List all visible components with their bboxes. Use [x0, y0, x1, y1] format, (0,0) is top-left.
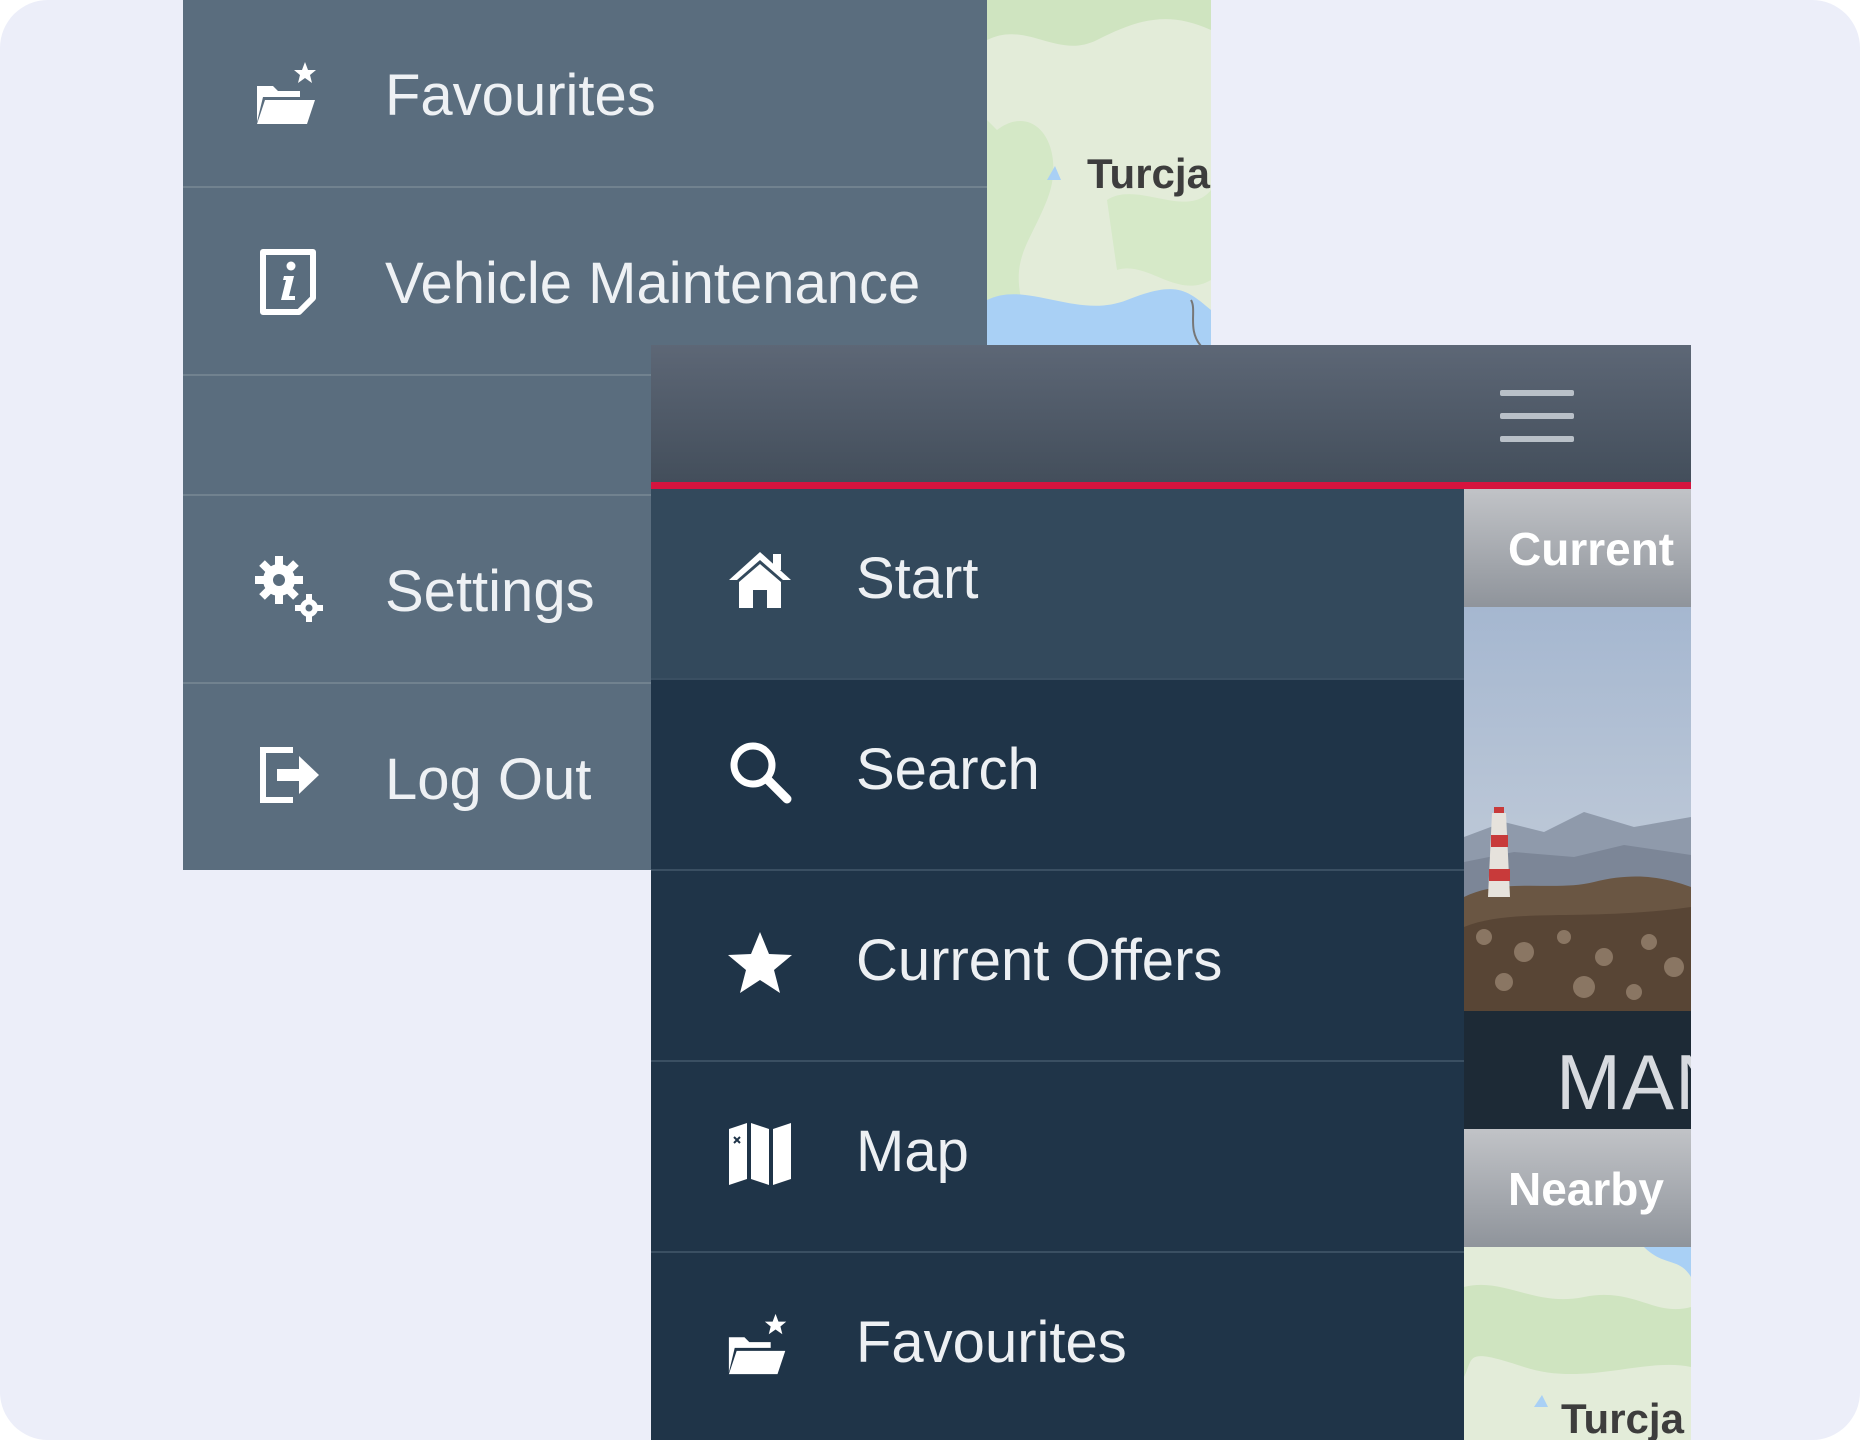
map-country-label: Turcja	[1561, 1395, 1684, 1440]
canvas: Favourites Vehicle Maintenance Settings …	[0, 0, 1860, 1440]
menu-item-label: Search	[856, 737, 1040, 802]
app-header	[651, 345, 1691, 482]
current-section-header[interactable]: Current	[1464, 489, 1691, 607]
home-icon	[729, 552, 791, 608]
menu-item-map[interactable]: Map	[651, 1062, 1464, 1253]
back-menu-label: Settings	[385, 559, 595, 624]
map-icon	[729, 1123, 791, 1185]
menu-item-label: Current Offers	[856, 928, 1223, 993]
star-icon	[728, 932, 792, 993]
menu-item-favourites[interactable]: Favourites	[651, 1253, 1464, 1440]
header-accent-bar	[651, 482, 1691, 489]
hamburger-icon	[1500, 390, 1574, 396]
nearby-section-header[interactable]: Nearby	[1464, 1129, 1691, 1247]
back-map-preview[interactable]: Turcja	[987, 0, 1211, 346]
menu-item-label: Map	[856, 1119, 969, 1184]
folder-star-icon	[728, 1313, 787, 1375]
map-country-label: Turcja	[1087, 150, 1210, 197]
front-screen: Start Search Current Offers Map Favourit…	[651, 345, 1691, 1440]
menu-item-label: Start	[856, 546, 979, 611]
front-side-menu: Start Search Current Offers Map Favourit…	[651, 489, 1464, 1440]
logout-icon	[260, 747, 319, 803]
content-preview: Current MA Nearby Turcja	[1464, 489, 1691, 1440]
folder-star-icon	[257, 62, 316, 124]
info-document-icon	[260, 249, 316, 315]
brand-banner: MAN	[1464, 1011, 1691, 1129]
menu-item-search[interactable]: Search	[651, 680, 1464, 871]
menu-item-start[interactable]: Start	[651, 489, 1464, 680]
back-menu-item-favourites[interactable]: Favourites	[183, 0, 987, 188]
current-section-label: Current	[1508, 523, 1675, 575]
search-icon	[730, 742, 792, 804]
landscape-photo	[1464, 607, 1691, 1011]
back-menu-label: Log Out	[385, 747, 592, 812]
menu-item-label: Favourites	[856, 1310, 1127, 1375]
hamburger-icon	[1500, 436, 1574, 442]
menu-item-current-offers[interactable]: Current Offers	[651, 871, 1464, 1062]
nearby-map-preview[interactable]: Turcja	[1464, 1247, 1691, 1440]
hamburger-menu-button[interactable]	[1500, 390, 1574, 442]
nearby-section-label: Nearby	[1508, 1163, 1664, 1215]
gears-icon	[255, 556, 323, 622]
back-menu-label: Vehicle Maintenance	[385, 251, 921, 316]
brand-text: MAN	[1556, 1038, 1691, 1126]
hamburger-icon	[1500, 413, 1574, 419]
back-menu-label: Favourites	[385, 63, 656, 128]
